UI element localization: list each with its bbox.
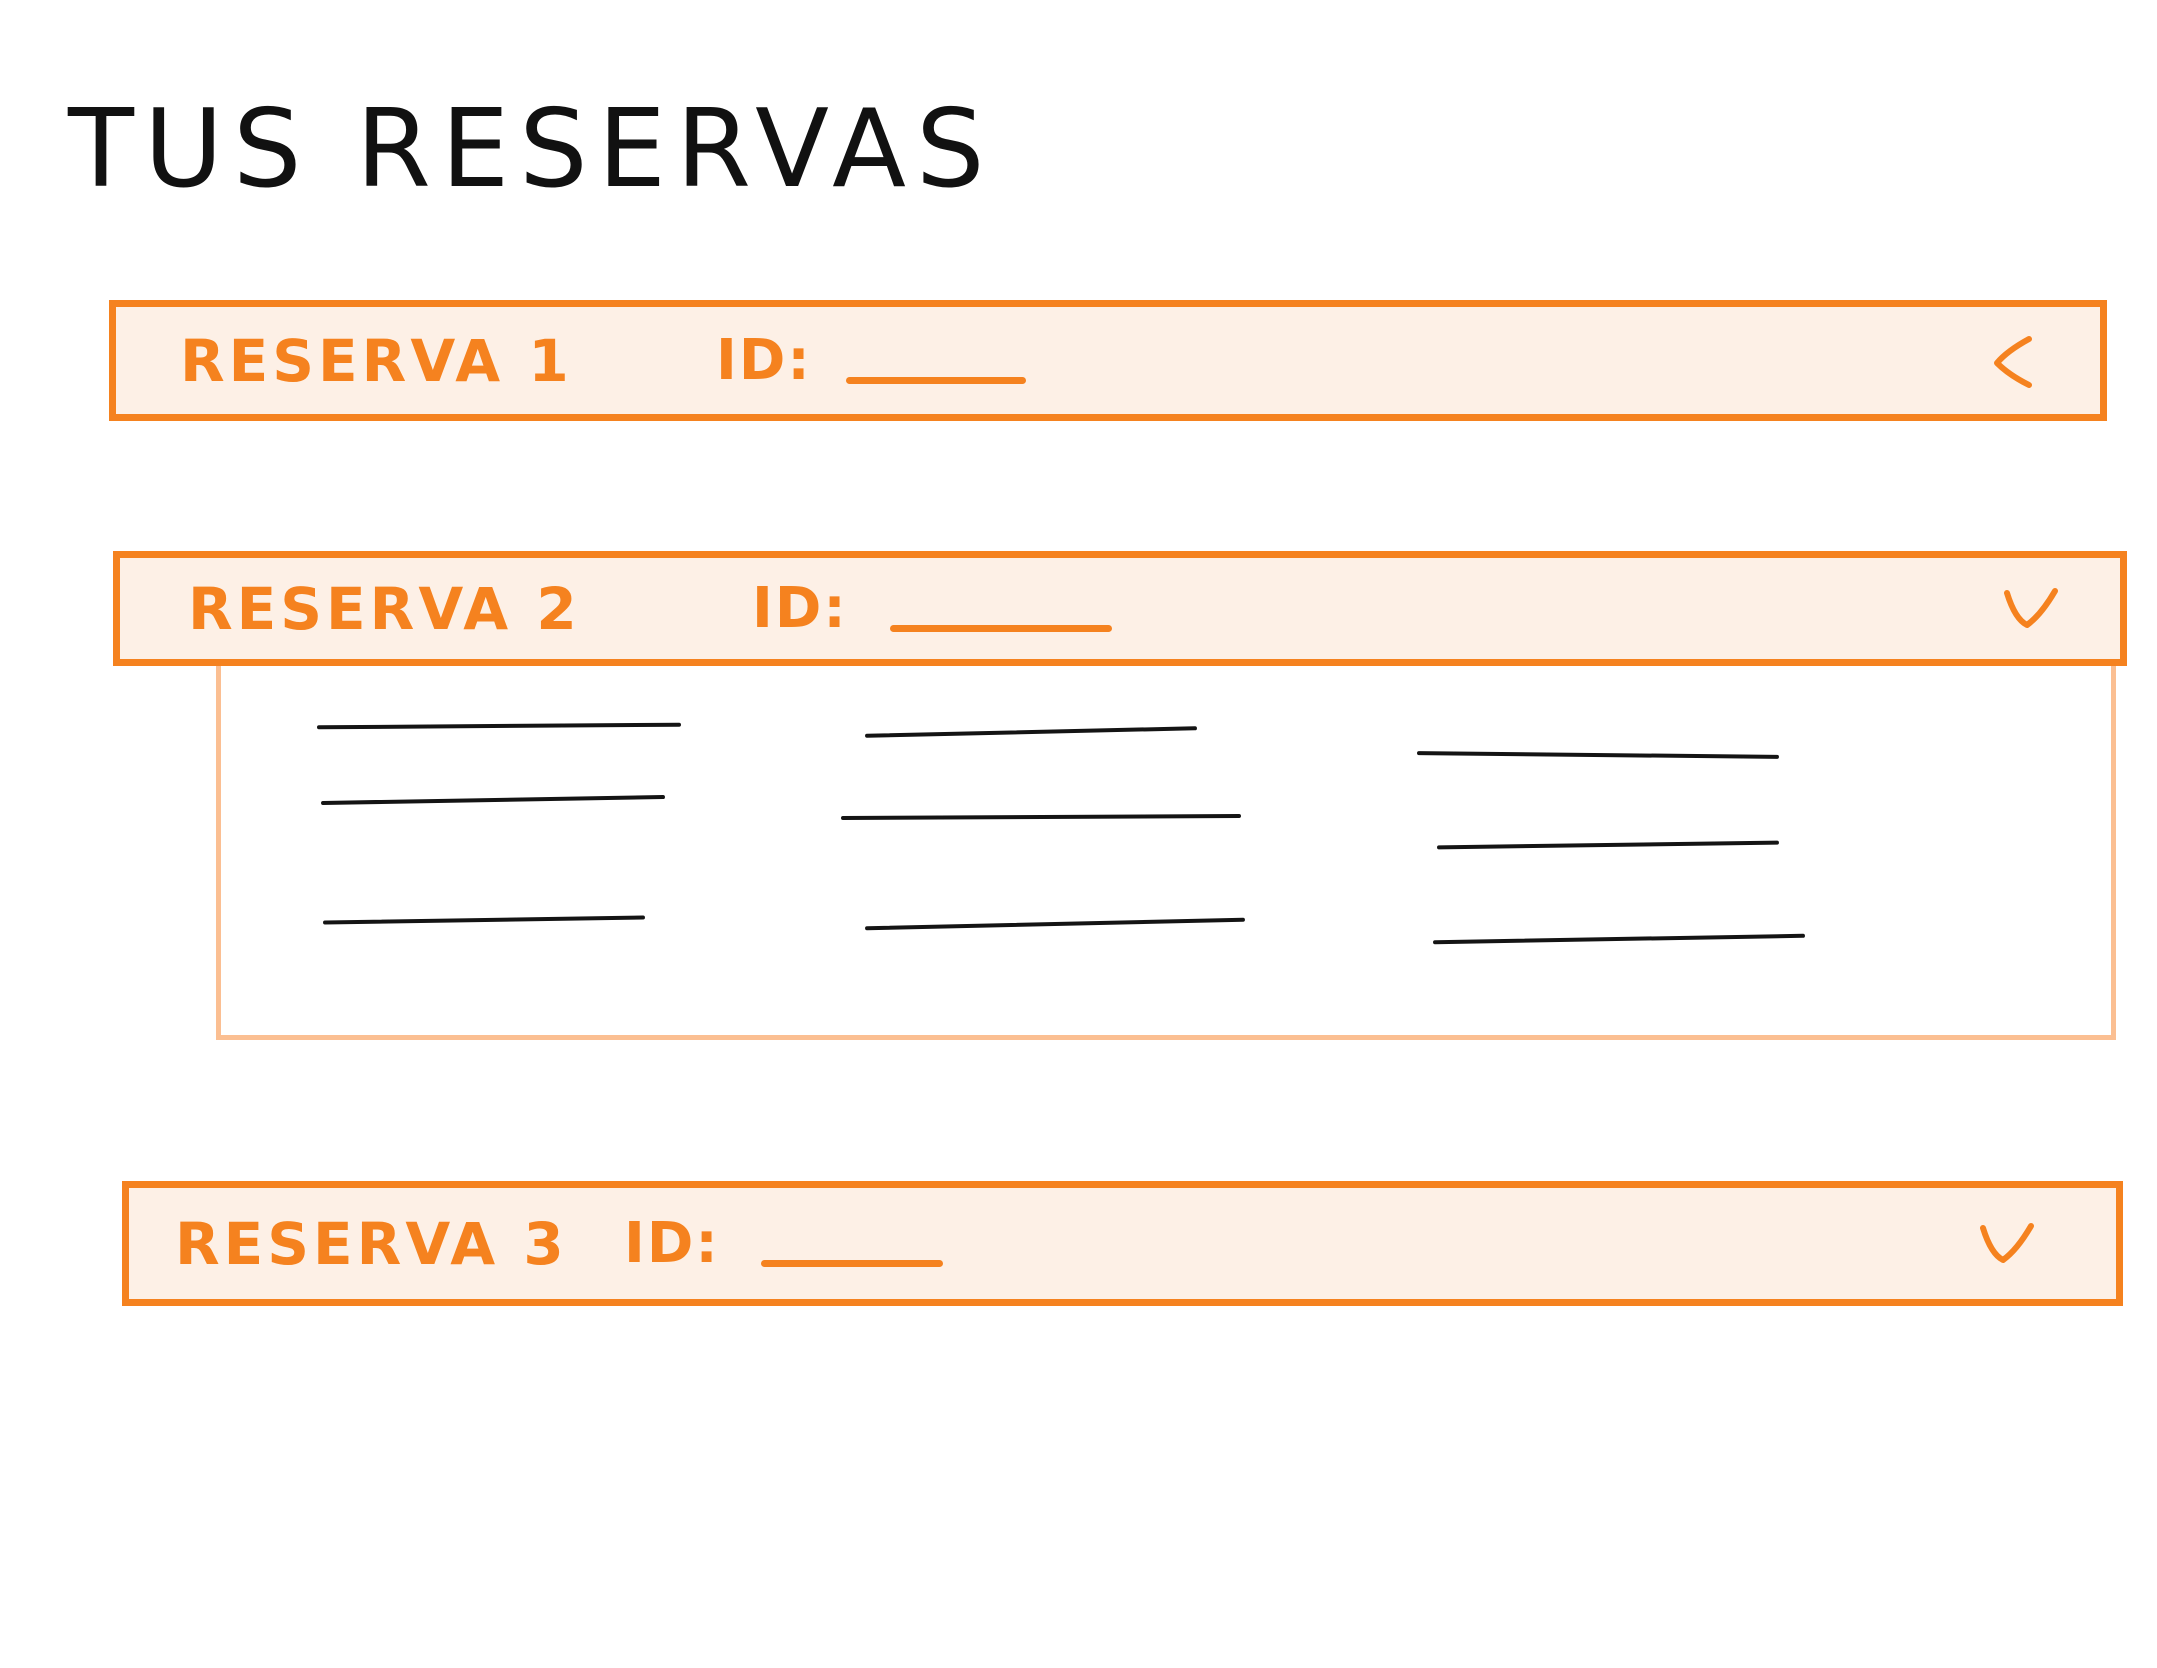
detail-line-placeholder [322, 915, 646, 925]
detail-line-placeholder [865, 917, 1245, 931]
detail-line-placeholder [864, 726, 1198, 738]
reservation-1-header[interactable]: RESERVA 1 ID: [109, 300, 2107, 421]
reservation-3-header[interactable]: RESERVA 3 ID: [122, 1181, 2123, 1306]
detail-line-placeholder [320, 794, 666, 806]
chevron-left-icon[interactable] [1987, 331, 2047, 391]
reservation-2-label: RESERVA 2 [188, 574, 581, 643]
reservation-2-details-panel [216, 666, 2116, 1040]
chevron-down-icon[interactable] [2001, 579, 2061, 639]
detail-line-placeholder [840, 813, 1242, 821]
page-title: TUS RESERVAS [68, 87, 995, 212]
detail-line-placeholder [316, 722, 682, 730]
reservation-2-id-value-placeholder [890, 625, 1112, 632]
detail-line-placeholder [1436, 840, 1780, 850]
detail-line-placeholder [1416, 751, 1780, 759]
reservation-1-id-value-placeholder [846, 377, 1026, 384]
chevron-down-icon[interactable] [1977, 1214, 2037, 1274]
reservation-1-id-label: ID: [716, 327, 812, 393]
reservation-3-id-label: ID: [624, 1210, 720, 1276]
reservation-1-label: RESERVA 1 [180, 326, 573, 395]
reservation-2-header[interactable]: RESERVA 2 ID: [113, 551, 2127, 666]
reservation-2-id-label: ID: [752, 575, 848, 641]
reservation-3-id-value-placeholder [761, 1260, 943, 1267]
detail-line-placeholder [1432, 933, 1806, 945]
reservation-3-label: RESERVA 3 [175, 1209, 568, 1278]
